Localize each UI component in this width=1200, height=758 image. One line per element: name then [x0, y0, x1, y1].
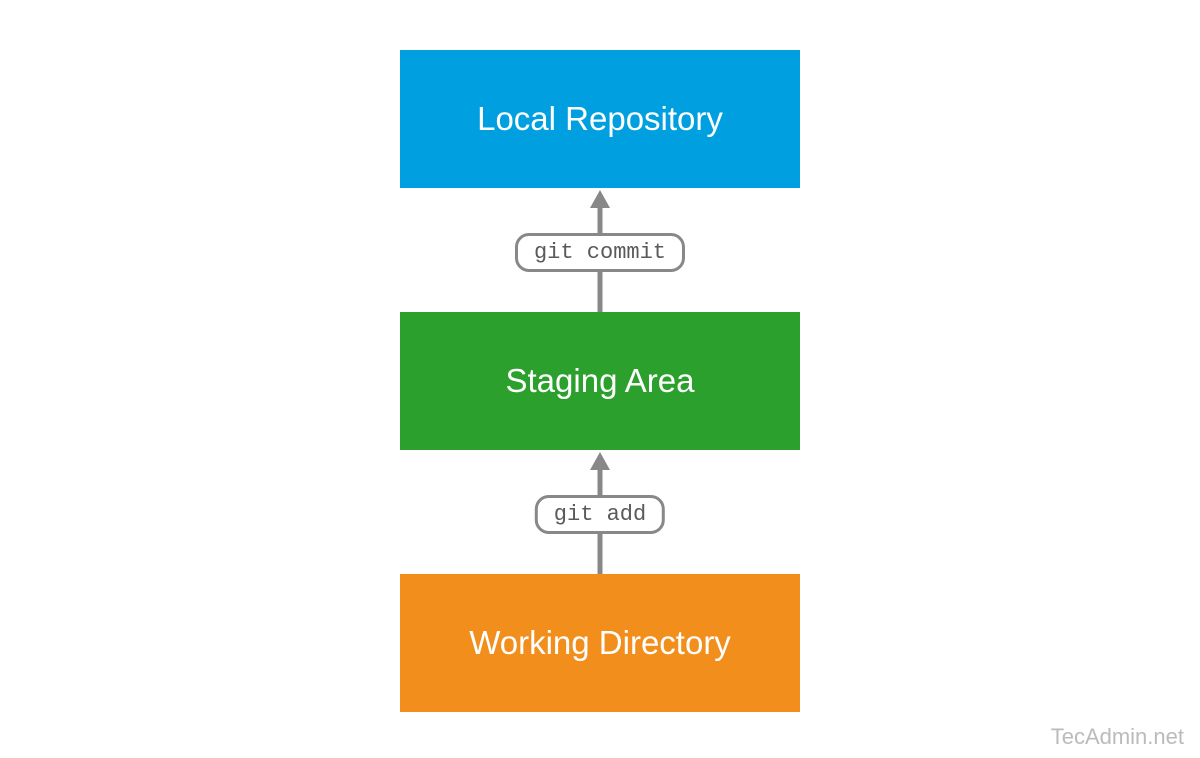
credit-label: TecAdmin.net [1051, 724, 1184, 750]
arrow-line [598, 270, 603, 312]
commit-connector: git commit [400, 188, 800, 312]
arrow-up-icon [590, 190, 610, 208]
arrow-line [598, 532, 603, 574]
arrow-up-icon [590, 452, 610, 470]
arrow-line [598, 470, 603, 495]
git-add-pill: git add [535, 495, 665, 534]
local-repository-box: Local Repository [400, 50, 800, 188]
add-connector: git add [400, 450, 800, 574]
git-commit-label: git commit [534, 240, 666, 265]
arrow-line [598, 208, 603, 233]
git-commit-pill: git commit [515, 233, 685, 272]
staging-area-box: Staging Area [400, 312, 800, 450]
git-flow-diagram: Local Repository git commit Staging Area… [0, 0, 1200, 758]
working-directory-label: Working Directory [469, 624, 731, 662]
working-directory-box: Working Directory [400, 574, 800, 712]
local-repository-label: Local Repository [477, 100, 723, 138]
staging-area-label: Staging Area [506, 362, 695, 400]
git-add-label: git add [554, 502, 646, 527]
